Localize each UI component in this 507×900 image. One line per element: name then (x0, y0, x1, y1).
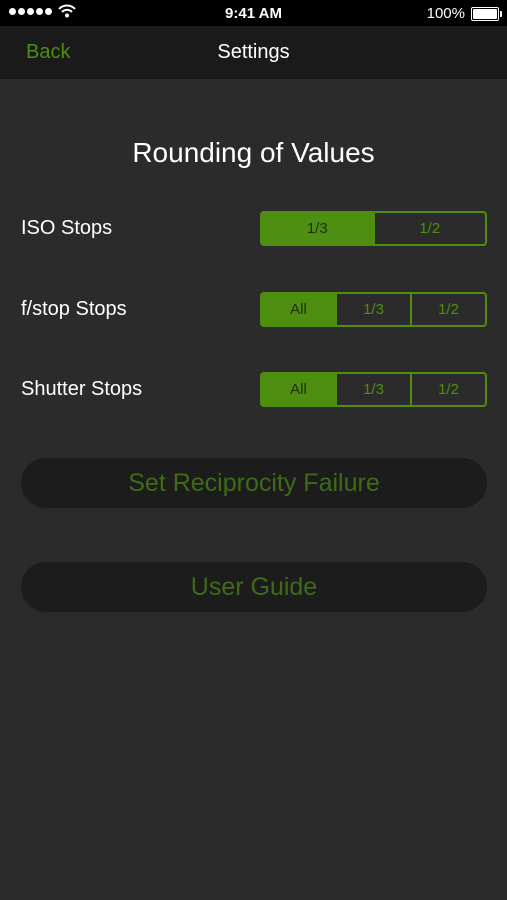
set-reciprocity-failure-button[interactable]: Set Reciprocity Failure (21, 458, 487, 508)
shutter-segment-1-3[interactable]: 1/3 (335, 374, 410, 405)
battery-icon (471, 7, 502, 21)
fstop-segment-1-2[interactable]: 1/2 (410, 294, 485, 325)
fstop-stops-label: f/stop Stops (21, 298, 127, 320)
iso-segment-1-2[interactable]: 1/2 (372, 213, 486, 244)
shutter-stops-label: Shutter Stops (21, 378, 143, 400)
iso-stops-segmented-control: 1/3 1/2 (260, 211, 487, 246)
battery-percent: 100% (426, 5, 465, 22)
fstop-segment-1-3[interactable]: 1/3 (335, 294, 410, 325)
shutter-segment-all[interactable]: All (262, 374, 335, 405)
shutter-segment-1-2[interactable]: 1/2 (410, 374, 485, 405)
fstop-segment-all[interactable]: All (262, 294, 335, 325)
iso-segment-1-3[interactable]: 1/3 (262, 213, 373, 244)
nav-bar: Back Settings (0, 26, 507, 79)
page-title: Settings (217, 41, 290, 63)
section-title: Rounding of Values (132, 137, 375, 168)
fstop-stops-segmented-control: All 1/3 1/2 (260, 292, 487, 327)
shutter-stops-segmented-control: All 1/3 1/2 (260, 372, 487, 407)
status-bar: 9:41 AM 100% (0, 0, 507, 26)
iso-stops-label: ISO Stops (21, 217, 113, 239)
user-guide-button[interactable]: User Guide (21, 562, 487, 612)
